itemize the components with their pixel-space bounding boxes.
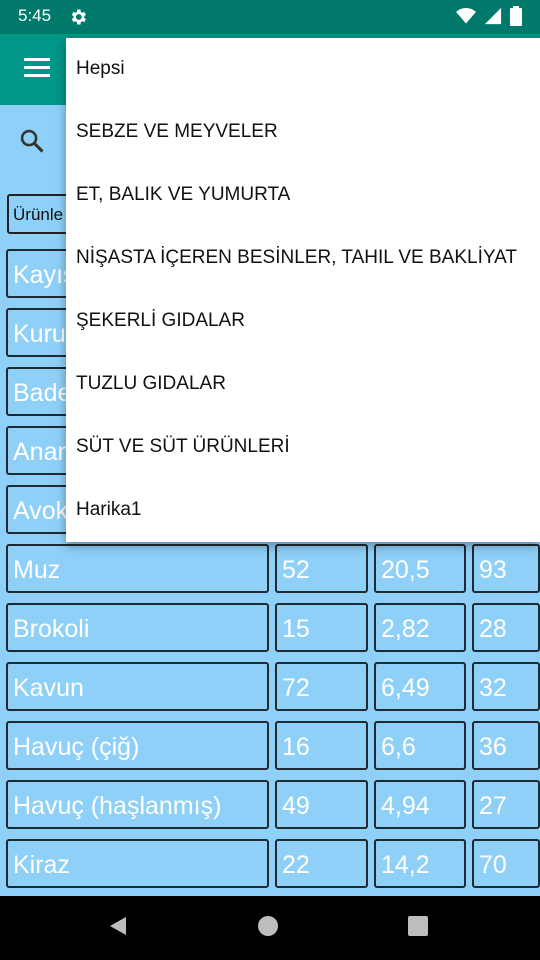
hamburger-menu-icon[interactable]	[24, 56, 50, 78]
status-time: 5:45	[18, 6, 52, 25]
value-cell-b[interactable]: 20,5	[374, 544, 466, 593]
value-cell-b[interactable]: 6,6	[374, 721, 466, 770]
value-cell-b[interactable]: 4,94	[374, 780, 466, 829]
dropdown-item-meat-fish-eggs[interactable]: ET, BALIK VE YUMURTA	[66, 164, 540, 227]
dropdown-item-all[interactable]: Hepsi	[66, 38, 540, 101]
table-row: Kavun 72 6,49 32	[0, 659, 540, 718]
table-row: Kiraz 22 14,2 70	[0, 836, 540, 895]
back-icon[interactable]	[108, 916, 128, 940]
status-bar: 5:45	[0, 0, 540, 34]
value-cell-b[interactable]: 6,49	[374, 662, 466, 711]
product-name-cell[interactable]: Brokoli	[6, 603, 269, 652]
dropdown-item-vegetables-fruits[interactable]: SEBZE VE MEYVELER	[66, 101, 540, 164]
table-row: Muz 52 20,5 93	[0, 541, 540, 600]
value-cell-c[interactable]: 36	[472, 721, 540, 770]
dropdown-item-sugary-foods[interactable]: ŞEKERLİ GIDALAR	[66, 290, 540, 353]
dropdown-item-dairy[interactable]: SÜT VE SÜT ÜRÜNLERİ	[66, 416, 540, 479]
table-row: Brokoli 15 2,82 28	[0, 600, 540, 659]
value-cell-c[interactable]: 28	[472, 603, 540, 652]
search-icon[interactable]	[18, 127, 46, 159]
settings-gear-icon	[68, 7, 88, 31]
value-cell-c[interactable]: 70	[472, 839, 540, 888]
dropdown-item-starches-grains[interactable]: NİŞASTA İÇEREN BESİNLER, TAHIL VE BAKLİY…	[66, 227, 540, 290]
product-name-cell[interactable]: Havuç (haşlanmış)	[6, 780, 269, 829]
product-name-cell[interactable]: Kavun	[6, 662, 269, 711]
dropdown-item-salty-foods[interactable]: TUZLU GIDALAR	[66, 353, 540, 416]
product-name-cell[interactable]: Havuç (çiğ)	[6, 721, 269, 770]
value-cell-c[interactable]: 93	[472, 544, 540, 593]
value-cell-a[interactable]: 49	[275, 780, 368, 829]
navigation-bar	[0, 896, 540, 960]
table-row: Havuç (haşlanmış) 49 4,94 27	[0, 777, 540, 836]
home-icon[interactable]	[258, 916, 278, 936]
category-dropdown-menu: Hepsi SEBZE VE MEYVELER ET, BALIK VE YUM…	[66, 38, 540, 542]
product-name-cell[interactable]: Muz	[6, 544, 269, 593]
value-cell-a[interactable]: 22	[275, 839, 368, 888]
dropdown-item-harika1[interactable]: Harika1	[66, 479, 540, 542]
value-cell-c[interactable]: 32	[472, 662, 540, 711]
battery-icon	[510, 6, 522, 30]
value-cell-a[interactable]: 16	[275, 721, 368, 770]
cellular-signal-icon	[484, 7, 502, 29]
recent-apps-icon[interactable]	[408, 916, 428, 936]
value-cell-b[interactable]: 2,82	[374, 603, 466, 652]
table-row: Havuç (çiğ) 16 6,6 36	[0, 718, 540, 777]
value-cell-a[interactable]: 72	[275, 662, 368, 711]
wifi-icon	[456, 7, 476, 29]
value-cell-b[interactable]: 14,2	[374, 839, 466, 888]
product-name-cell[interactable]: Kiraz	[6, 839, 269, 888]
value-cell-a[interactable]: 15	[275, 603, 368, 652]
value-cell-a[interactable]: 52	[275, 544, 368, 593]
value-cell-c[interactable]: 27	[472, 780, 540, 829]
